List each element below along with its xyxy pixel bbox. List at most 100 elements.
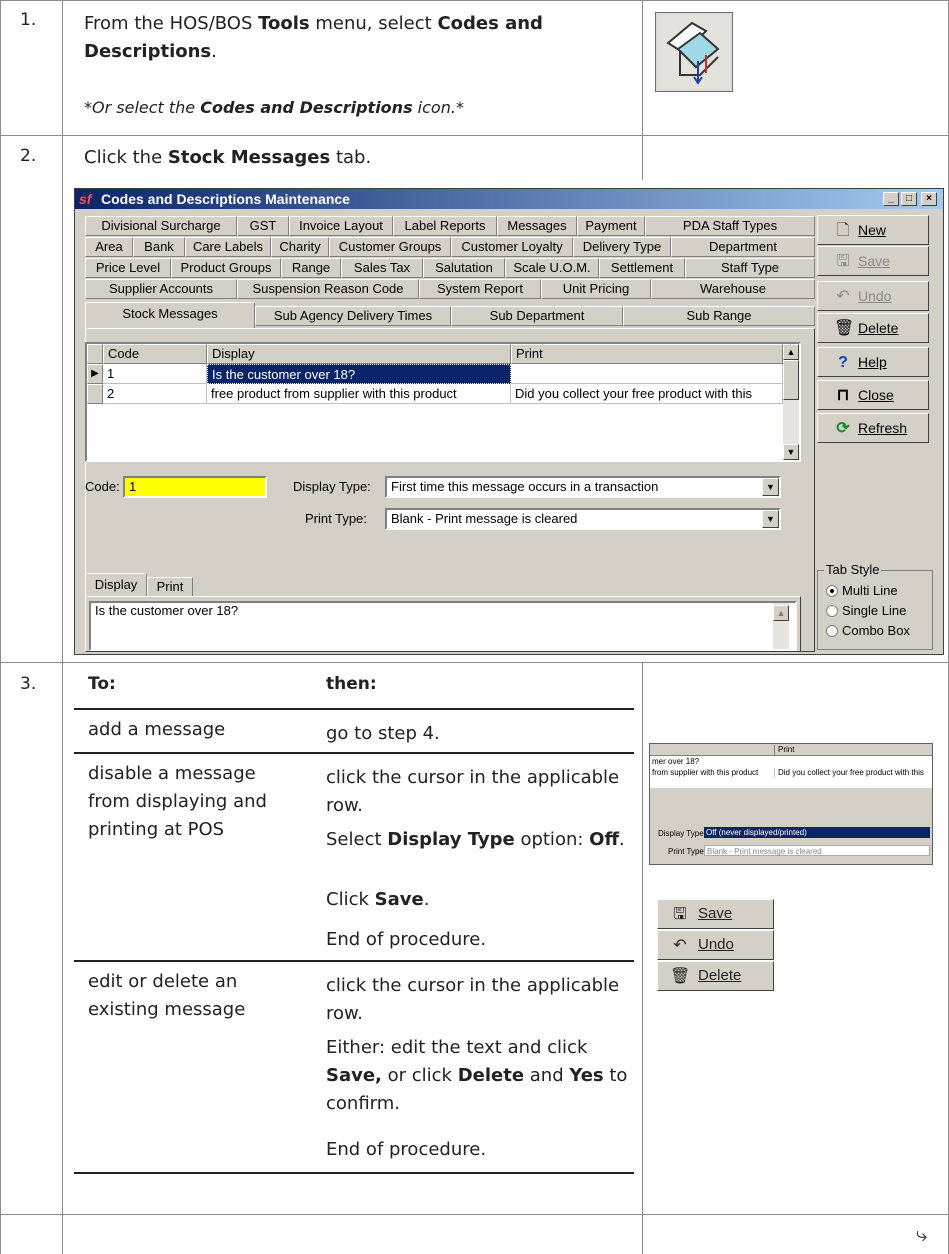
tab-sales-tax[interactable]: Sales Tax (341, 258, 423, 278)
new-button[interactable]: 🗋 New (817, 215, 929, 245)
tab-system-report[interactable]: System Report (419, 279, 541, 299)
maximize-button[interactable]: □ (901, 192, 917, 206)
question-mark-icon: ? (838, 354, 848, 371)
message-text: Is the customer over 18? (95, 603, 239, 618)
tab-price-level[interactable]: Price Level (85, 258, 171, 278)
undo-arrow-icon: ↶ (673, 937, 687, 954)
close-window-button[interactable]: × (921, 192, 937, 206)
tab-invoice-layout[interactable]: Invoice Layout (289, 216, 393, 236)
grid-cell-print[interactable]: Did you collect your free product with t… (511, 384, 783, 404)
grid-header-display[interactable]: Display (207, 344, 511, 364)
grid-header-code[interactable]: Code (103, 344, 207, 364)
tab-payment[interactable]: Payment (577, 216, 645, 236)
radio-multi-line[interactable]: Multi Line (824, 583, 898, 599)
tab-supplier-accounts[interactable]: Supplier Accounts (85, 279, 237, 299)
tab-care-labels[interactable]: Care Labels (185, 237, 271, 257)
tab-settlement[interactable]: Settlement (599, 258, 685, 278)
display-type-off-screenshot: Print mer over 18? from supplier with th… (649, 743, 933, 865)
tab-pda-staff-types[interactable]: PDA Staff Types (645, 216, 815, 236)
tab-warehouse[interactable]: Warehouse (651, 279, 815, 299)
continue-arrow-icon: ⤷ (916, 1222, 928, 1246)
mini-row2-print: Did you collect your free product with t… (774, 768, 924, 777)
table-border-top (0, 0, 949, 1)
tab-department[interactable]: Department (671, 237, 815, 257)
tab-bank[interactable]: Bank (133, 237, 185, 257)
tab-charity[interactable]: Charity (271, 237, 329, 257)
mini-grid-header: Print (650, 744, 932, 756)
scroll-up-icon[interactable]: ▲ (773, 605, 789, 621)
mini-display-type-label: Display Type: (658, 829, 706, 838)
code-input[interactable]: 1 (123, 476, 267, 498)
tab-salutation[interactable]: Salutation (423, 258, 505, 278)
app-logo-icon: sf (79, 191, 92, 207)
undo-button[interactable]: ↶ Undo (817, 281, 929, 311)
col-header-then: then: (326, 674, 377, 694)
save-button[interactable]: 🖫 Save (657, 899, 774, 929)
tab-label-reports[interactable]: Label Reports (393, 216, 497, 236)
print-type-select[interactable]: Blank - Print message is cleared ▼ (385, 508, 781, 530)
radio-combo-box[interactable]: Combo Box (824, 623, 910, 639)
tab-staff-type[interactable]: Staff Type (685, 258, 815, 278)
grid-cell-display[interactable]: Is the customer over 18? (207, 364, 511, 384)
step-number: 1. (20, 10, 37, 30)
tab-divisional-surcharge[interactable]: Divisional Surcharge (85, 216, 237, 236)
to-edit-delete-message: edit or delete an existing message (88, 971, 246, 1020)
window-title-bar[interactable]: sf Codes and Descriptions Maintenance _ … (75, 189, 943, 209)
tab-row: Stock Messages Sub Agency Delivery Times… (85, 302, 815, 328)
help-button[interactable]: ? Help (817, 347, 929, 377)
chevron-down-icon[interactable]: ▼ (762, 478, 779, 496)
tab-unit-pricing[interactable]: Unit Pricing (541, 279, 651, 299)
display-type-select[interactable]: First time this message occurs in a tran… (385, 476, 781, 498)
disk-icon: 🖫 (673, 906, 687, 923)
table-border-left (0, 0, 1, 1254)
close-button[interactable]: ⊓ Close (817, 380, 929, 410)
tab-stock-messages[interactable]: Stock Messages (85, 302, 255, 328)
grid-header-print[interactable]: Print (511, 344, 783, 364)
tab-customer-groups[interactable]: Customer Groups (329, 237, 451, 257)
mini-row1: mer over 18? (652, 757, 700, 766)
disk-icon: 🖫 (836, 253, 850, 270)
messages-grid[interactable]: Code Display Print ▶ 1 Is the customer o… (85, 342, 801, 462)
scroll-down-icon[interactable]: ▼ (783, 444, 799, 460)
grid-cell-code[interactable]: 2 (103, 384, 207, 404)
save-button[interactable]: 🖫 Save (817, 246, 929, 276)
tab-area[interactable]: Area (85, 237, 133, 257)
grid-scrollbar[interactable]: ▲ ▼ (783, 344, 799, 460)
column-divider (642, 662, 643, 1254)
tab-scale-uom[interactable]: Scale U.O.M. (505, 258, 599, 278)
procedure-document: 1. From the HOS/BOS Tools menu, select C… (0, 0, 949, 1254)
tab-gst[interactable]: GST (237, 216, 289, 236)
tab-delivery-type[interactable]: Delivery Type (573, 237, 671, 257)
tab-range[interactable]: Range (281, 258, 341, 278)
message-text-area[interactable]: Is the customer over 18? ▲ (89, 601, 797, 651)
tab-messages[interactable]: Messages (497, 216, 577, 236)
grid-cell-print[interactable] (511, 364, 783, 384)
codes-and-descriptions-icon[interactable] (655, 12, 733, 92)
tab-sub-range[interactable]: Sub Range (623, 306, 815, 326)
subtab-print[interactable]: Print (147, 577, 193, 597)
grid-cell-display[interactable]: free product from supplier with this pro… (207, 384, 511, 404)
then-disable-4: End of procedure. (326, 929, 487, 950)
refresh-button[interactable]: ⟳ Refresh (817, 413, 929, 443)
col-header-to: To: (88, 674, 116, 694)
column-divider (642, 0, 643, 135)
memo-scrollbar[interactable]: ▲ (773, 603, 789, 649)
row-indicator (87, 384, 103, 404)
mini-display-type-value: Off (never displayed/printed) (704, 827, 930, 838)
tab-sub-agency-delivery-times[interactable]: Sub Agency Delivery Times (255, 306, 451, 326)
tab-suspension-reason-code[interactable]: Suspension Reason Code (237, 279, 419, 299)
then-disable-1: click the cursor in the applicable row. (326, 767, 620, 816)
tab-customer-loyalty[interactable]: Customer Loyalty (451, 237, 573, 257)
delete-button[interactable]: 🗑 Delete (657, 961, 774, 991)
undo-button[interactable]: ↶ Undo (657, 930, 774, 960)
scroll-up-icon[interactable]: ▲ (783, 344, 799, 360)
scroll-thumb[interactable] (783, 360, 799, 400)
chevron-down-icon[interactable]: ▼ (762, 510, 779, 528)
tab-sub-department[interactable]: Sub Department (451, 306, 623, 326)
tab-product-groups[interactable]: Product Groups (171, 258, 281, 278)
minimize-button[interactable]: _ (883, 192, 899, 206)
subtab-display[interactable]: Display (85, 573, 147, 597)
grid-cell-code[interactable]: 1 (103, 364, 207, 384)
radio-single-line[interactable]: Single Line (824, 603, 906, 619)
delete-button[interactable]: 🗑 Delete (817, 313, 929, 343)
